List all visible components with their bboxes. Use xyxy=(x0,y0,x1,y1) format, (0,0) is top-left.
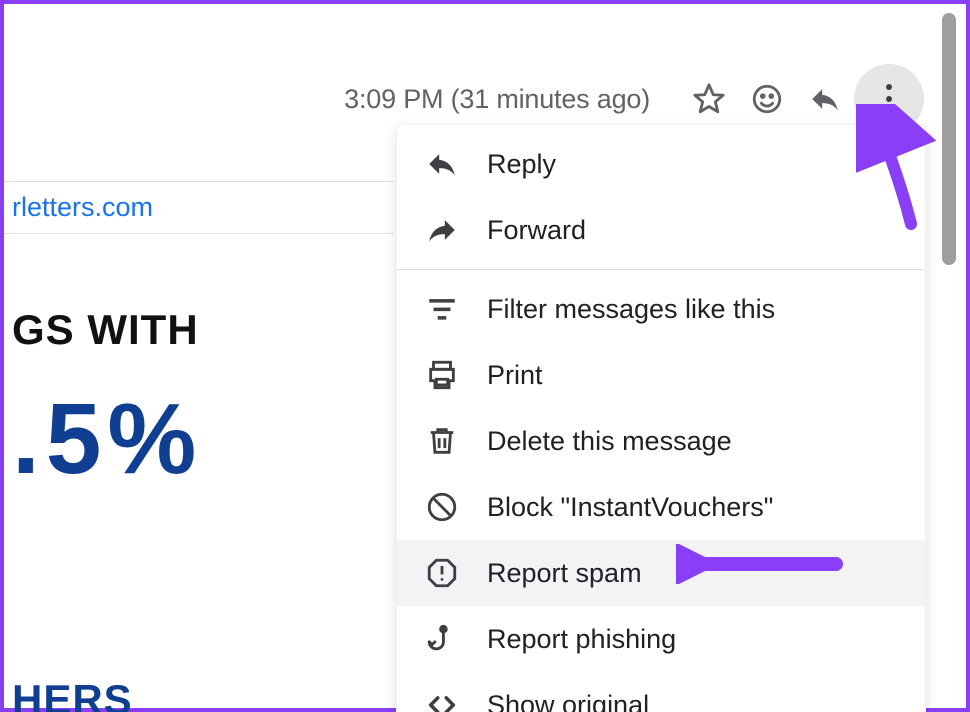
trash-icon xyxy=(425,424,459,458)
menu-item-report-phishing[interactable]: Report phishing xyxy=(397,606,925,672)
menu-item-print[interactable]: Print xyxy=(397,342,925,408)
promo-footer: HERS xyxy=(12,676,133,712)
sender-domain-text: rletters.com xyxy=(12,192,153,222)
scrollbar[interactable] xyxy=(942,13,956,265)
menu-item-filter[interactable]: Filter messages like this xyxy=(397,276,925,342)
menu-item-block[interactable]: Block "InstantVouchers" xyxy=(397,474,925,540)
menu-label: Report spam xyxy=(487,558,642,589)
menu-separator xyxy=(397,269,925,270)
reply-icon xyxy=(425,147,459,181)
menu-label: Report phishing xyxy=(487,624,676,655)
promo-headline: GS WITH xyxy=(12,306,199,354)
menu-label: Print xyxy=(487,360,543,391)
app-frame: { "header": { "timestamp": "3:09 PM (31 … xyxy=(0,0,970,712)
menu-label: Reply xyxy=(487,149,556,180)
block-icon xyxy=(425,490,459,524)
print-icon xyxy=(425,358,459,392)
menu-label: Block "InstantVouchers" xyxy=(487,492,773,523)
menu-label: Forward xyxy=(487,215,586,246)
menu-item-delete[interactable]: Delete this message xyxy=(397,408,925,474)
reply-button[interactable] xyxy=(796,70,854,128)
menu-item-reply[interactable]: Reply xyxy=(397,131,925,197)
star-button[interactable] xyxy=(680,70,738,128)
spam-icon xyxy=(425,556,459,590)
code-icon xyxy=(425,688,459,712)
menu-item-forward[interactable]: Forward xyxy=(397,197,925,263)
forward-icon xyxy=(425,213,459,247)
phishing-icon xyxy=(425,622,459,656)
menu-item-show-original[interactable]: Show original xyxy=(397,672,925,712)
timestamp: 3:09 PM (31 minutes ago) xyxy=(344,84,650,115)
menu-label: Filter messages like this xyxy=(487,294,775,325)
emoji-button[interactable] xyxy=(738,70,796,128)
sender-domain-link[interactable]: rletters.com xyxy=(4,181,394,234)
more-vertical-icon xyxy=(886,84,892,114)
filter-icon xyxy=(425,292,459,326)
menu-item-report-spam[interactable]: Report spam xyxy=(397,540,925,606)
menu-label: Show original xyxy=(487,690,649,712)
menu-label: Delete this message xyxy=(487,426,732,457)
message-more-menu: Reply Forward Filter messages like this … xyxy=(396,124,926,712)
promo-percent: .5% xyxy=(12,382,202,497)
